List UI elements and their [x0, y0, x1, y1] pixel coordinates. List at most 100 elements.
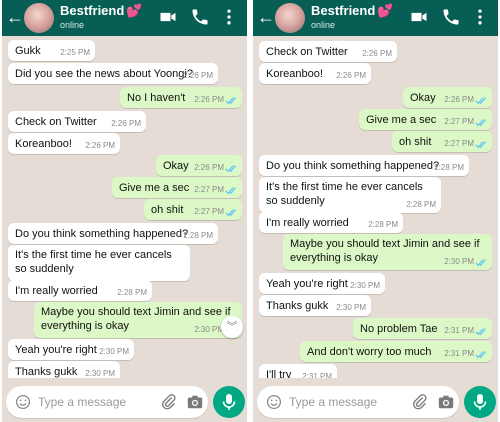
paperclip-icon[interactable]	[160, 393, 178, 411]
more-vert-icon[interactable]	[474, 7, 486, 27]
outgoing-message[interactable]: Give me a sec 2:27 PM	[359, 109, 492, 130]
incoming-message[interactable]: Yeah you're right 2:30 PM	[8, 339, 134, 360]
outgoing-message[interactable]: Maybe you should text Jimin and see if e…	[34, 302, 242, 338]
chat-header: ← Bestfriend 💕 online	[253, 0, 498, 36]
message-time: 2:31 PM	[302, 372, 332, 378]
video-call-icon[interactable]	[409, 7, 429, 27]
chat-header: ← Bestfriend 💕 online	[2, 0, 247, 36]
incoming-message[interactable]: I'm really worried 2:28 PM	[8, 280, 152, 301]
message-text: Do you think something happened?	[15, 228, 189, 240]
incoming-message[interactable]: I'm really worried 2:28 PM	[259, 212, 403, 233]
avatar[interactable]	[24, 3, 54, 33]
paperclip-icon[interactable]	[411, 393, 429, 411]
message-time: 2:28 PM	[368, 220, 398, 229]
outgoing-message[interactable]: And don't worry too much 2:31 PM	[300, 341, 492, 362]
message-list[interactable]: Check on Twitter 2:26 PM Koreanboo! 2:26 PM…	[253, 36, 498, 378]
read-receipt-icon	[475, 97, 486, 105]
contact-name[interactable]: Bestfriend 💕	[311, 3, 393, 18]
camera-icon[interactable]	[437, 393, 455, 411]
incoming-message[interactable]: Check on Twitter 2:26 PM	[8, 111, 146, 132]
outgoing-message[interactable]: Okay 2:26 PM	[156, 155, 242, 176]
incoming-message[interactable]: Gukk 2:25 PM	[8, 40, 95, 61]
message-time: 2:27 PM	[194, 185, 224, 194]
heart-emoji: 💕	[377, 3, 394, 18]
message-text: And don't worry too much	[307, 346, 432, 358]
message-time: 2:26 PM	[85, 141, 115, 150]
outgoing-message[interactable]: Okay 2:26 PM	[403, 87, 492, 108]
message-text: Okay	[410, 92, 436, 104]
message-time: 2:26 PM	[194, 163, 224, 172]
outgoing-message[interactable]: No I haven't 2:26 PM	[120, 87, 242, 108]
mic-button[interactable]	[464, 386, 496, 418]
incoming-message[interactable]: Do you think something happened? 2:28 PM	[259, 155, 469, 176]
read-receipt-icon	[475, 328, 486, 336]
message-time: 2:30 PM	[85, 369, 115, 378]
incoming-message[interactable]: Yeah you're right 2:30 PM	[259, 273, 385, 294]
incoming-message[interactable]: Did you see the news about Yoongi? 2:26 P…	[8, 63, 218, 84]
read-receipt-icon	[225, 209, 236, 217]
message-text: Thanks gukk	[15, 366, 78, 378]
message-time: 2:26 PM	[444, 95, 474, 104]
video-call-icon[interactable]	[158, 7, 178, 27]
chevrons-down-icon: ︾	[226, 321, 238, 333]
message-time: 2:28 PM	[434, 163, 464, 172]
message-time: 2:27 PM	[194, 207, 224, 216]
message-time: 2:25 PM	[60, 48, 90, 57]
read-receipt-icon	[475, 259, 486, 267]
emoji-icon[interactable]	[15, 394, 31, 410]
read-receipt-icon	[475, 119, 486, 127]
contact-name[interactable]: Bestfriend 💕	[60, 3, 142, 18]
chat-screen-right: ← Bestfriend 💕 online Check on Twitter 2:2…	[253, 0, 498, 422]
message-text: Yeah you're right	[15, 344, 97, 356]
message-input[interactable]: Type a message	[6, 386, 208, 418]
outgoing-message[interactable]: Give me a sec 2:27 PM	[112, 177, 242, 198]
incoming-message[interactable]: Thanks gukk 2:30 PM	[259, 295, 371, 316]
avatar[interactable]	[275, 3, 305, 33]
message-time: 2:26 PM	[362, 49, 392, 58]
incoming-message[interactable]: It's the first time he ever cancels so s…	[8, 245, 190, 281]
phone-call-icon[interactable]	[190, 7, 210, 27]
outgoing-message[interactable]: oh shit 2:27 PM	[144, 199, 242, 220]
message-text: Okay	[163, 160, 189, 172]
message-time: 2:31 PM	[444, 349, 474, 358]
incoming-message[interactable]: Do you think something happened? 2:28 PM	[8, 223, 218, 244]
read-receipt-icon	[225, 187, 236, 195]
mic-icon	[473, 394, 487, 410]
emoji-icon[interactable]	[266, 394, 282, 410]
message-input-placeholder: Type a message	[38, 395, 127, 409]
heart-emoji: 💕	[126, 3, 143, 18]
incoming-message[interactable]: I'll try 2:31 PM	[259, 364, 337, 378]
message-text: oh shit	[399, 136, 432, 148]
camera-icon[interactable]	[186, 393, 204, 411]
message-input[interactable]: Type a message	[257, 386, 459, 418]
outgoing-message[interactable]: oh shit 2:27 PM	[392, 131, 492, 152]
message-text: No problem Tae	[360, 323, 438, 335]
incoming-message[interactable]: It's the first time he ever cancels so s…	[259, 177, 441, 213]
incoming-message[interactable]: Check on Twitter 2:26 PM	[259, 41, 397, 62]
message-time: 2:28 PM	[406, 200, 436, 209]
message-time: 2:27 PM	[444, 139, 474, 148]
message-list[interactable]: Gukk 2:25 PM Did you see the news about Yo…	[2, 36, 247, 378]
incoming-message[interactable]: Koreanboo! 2:26 PM	[259, 63, 371, 84]
back-arrow-icon[interactable]: ←	[257, 6, 275, 28]
message-text: Yeah you're right	[266, 278, 348, 290]
phone-call-icon[interactable]	[441, 7, 461, 27]
outgoing-message[interactable]: No problem Tae 2:31 PM	[353, 318, 492, 339]
mic-button[interactable]	[213, 386, 245, 418]
message-text: Do you think something happened?	[266, 160, 440, 172]
back-arrow-icon[interactable]: ←	[6, 6, 24, 28]
scroll-to-bottom-button[interactable]: ︾	[221, 316, 243, 338]
incoming-message[interactable]: Koreanboo! 2:26 PM	[8, 133, 120, 154]
incoming-message[interactable]: Thanks gukk 2:30 PM	[8, 361, 120, 378]
more-vert-icon[interactable]	[223, 7, 235, 27]
message-time: 2:28 PM	[117, 288, 147, 297]
outgoing-message[interactable]: Maybe you should text Jimin and see if e…	[283, 234, 492, 270]
message-time: 2:30 PM	[350, 281, 380, 290]
message-text: oh shit	[151, 204, 184, 216]
contact-status: online	[311, 20, 336, 30]
message-time: 2:28 PM	[183, 231, 213, 240]
message-time: 2:31 PM	[444, 326, 474, 335]
message-text: Thanks gukk	[266, 300, 329, 312]
message-text: It's the first time he ever cancels so s…	[15, 249, 172, 275]
contact-status: online	[60, 20, 85, 30]
